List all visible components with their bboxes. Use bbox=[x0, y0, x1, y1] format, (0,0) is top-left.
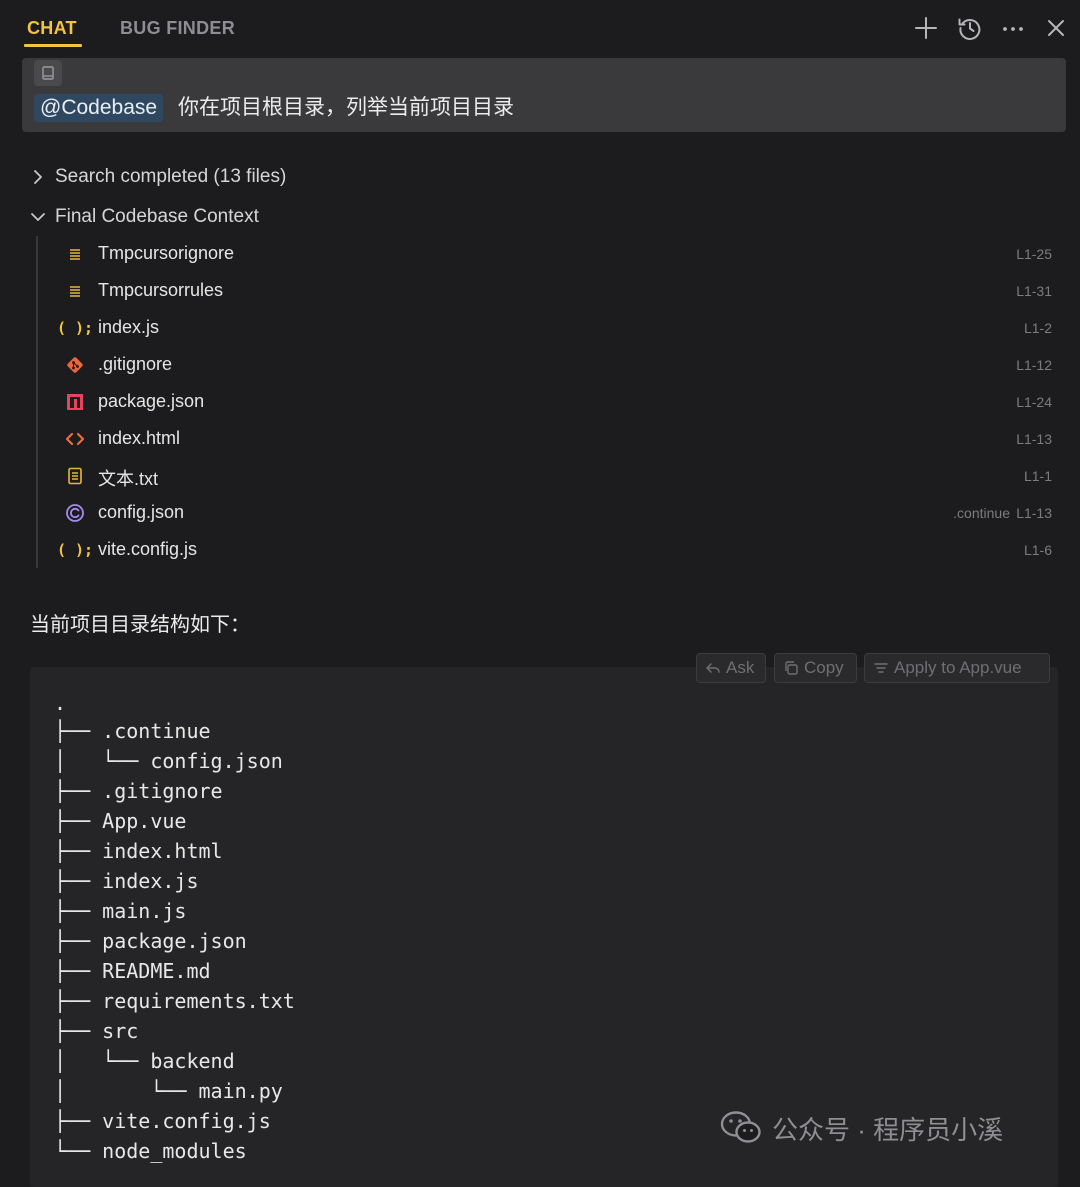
tab-bug-finder[interactable]: BUG FINDER bbox=[120, 18, 235, 39]
code-line: ├── .continue bbox=[54, 719, 211, 743]
tab-chat[interactable]: CHAT bbox=[27, 18, 77, 39]
codebase-mention-chip[interactable]: @Codebase bbox=[34, 94, 164, 122]
js-icon: ( ); bbox=[56, 541, 94, 559]
apply-lines-icon bbox=[873, 660, 889, 676]
line-range: L1-6 bbox=[1023, 542, 1052, 558]
file-name: .gitignore bbox=[98, 354, 173, 374]
js-icon: ( ); bbox=[56, 319, 94, 337]
text-lines-icon bbox=[62, 242, 88, 266]
code-line: ├── .gitignore bbox=[54, 779, 223, 803]
context-file-row[interactable]: config.json .continue L1-13 bbox=[62, 498, 1054, 528]
context-file-row[interactable]: Tmpcursorignore L1-25 bbox=[62, 239, 1054, 269]
context-file-row[interactable]: 文本.txt L1-1 bbox=[62, 461, 1054, 491]
search-completed-label: Search completed (13 files) bbox=[55, 166, 287, 187]
code-line: └── node_modules bbox=[54, 1139, 247, 1163]
npm-icon bbox=[62, 390, 88, 414]
git-icon bbox=[62, 353, 88, 377]
line-range: L1-2 bbox=[1023, 320, 1052, 336]
file-path: .continue bbox=[953, 505, 1010, 521]
code-line: ├── main.js bbox=[54, 899, 187, 923]
wechat-logo-icon bbox=[720, 1111, 761, 1143]
ask-button[interactable]: Ask bbox=[696, 653, 766, 683]
context-file-row[interactable]: .gitignore L1-12 bbox=[62, 350, 1054, 380]
code-line: ├── package.json bbox=[54, 929, 247, 953]
apply-label: Apply to App.vue bbox=[894, 658, 1022, 677]
context-file-row[interactable]: Tmpcursorrules L1-31 bbox=[62, 276, 1054, 306]
final-codebase-context-label: Final Codebase Context bbox=[55, 206, 259, 227]
line-range: L1-12 bbox=[1016, 357, 1052, 373]
code-line: ├── index.html bbox=[54, 839, 223, 863]
search-completed-toggle[interactable]: Search completed (13 files) bbox=[28, 163, 286, 191]
file-name: vite.config.js bbox=[98, 539, 198, 559]
file-name: Tmpcursorignore bbox=[98, 243, 235, 263]
line-range: L1-25 bbox=[1016, 246, 1052, 262]
final-codebase-context-toggle[interactable]: Final Codebase Context bbox=[28, 203, 259, 231]
history-icon[interactable] bbox=[956, 14, 984, 42]
more-icon[interactable] bbox=[999, 14, 1027, 42]
code-line: │ └── backend bbox=[54, 1049, 235, 1073]
context-file-row[interactable]: package.json L1-24 bbox=[62, 387, 1054, 417]
reply-arrow-icon bbox=[705, 660, 721, 676]
assistant-response-intro: 当前项目目录结构如下： bbox=[30, 614, 250, 636]
file-name: 文本.txt bbox=[98, 469, 159, 489]
file-name: index.html bbox=[98, 428, 181, 448]
apply-button[interactable]: Apply to App.vue bbox=[864, 653, 1050, 683]
ask-label: Ask bbox=[726, 658, 755, 677]
book-icon[interactable] bbox=[34, 60, 62, 86]
close-icon[interactable] bbox=[1042, 14, 1070, 42]
line-range: L1-13 bbox=[1016, 505, 1052, 521]
user-query-box[interactable]: @Codebase 你在项目根目录，列举当前项目目录 bbox=[22, 58, 1066, 132]
code-line: ├── App.vue bbox=[54, 809, 187, 833]
user-query-text: 你在项目根目录，列举当前项目目录 bbox=[178, 96, 514, 119]
code-line: . bbox=[54, 691, 67, 715]
txt-file-icon bbox=[62, 464, 88, 488]
file-name: index.js bbox=[98, 317, 160, 337]
html-icon bbox=[62, 427, 88, 451]
line-range: L1-31 bbox=[1016, 283, 1052, 299]
code-line: ├── vite.config.js bbox=[54, 1109, 271, 1133]
chevron-down-icon bbox=[28, 207, 48, 227]
chat-header: CHAT BUG FINDER bbox=[0, 0, 1080, 58]
line-range: L1-1 bbox=[1023, 468, 1052, 484]
file-name: package.json bbox=[98, 391, 205, 411]
line-range: L1-24 bbox=[1016, 394, 1052, 410]
code-line: ├── requirements.txt bbox=[54, 989, 295, 1013]
copy-icon bbox=[783, 660, 799, 676]
text-lines-icon bbox=[62, 279, 88, 303]
code-line: ├── README.md bbox=[54, 959, 211, 983]
code-line: │ └── config.json bbox=[54, 749, 283, 773]
line-range: L1-13 bbox=[1016, 431, 1052, 447]
file-list-guide-line bbox=[36, 236, 38, 568]
copy-button[interactable]: Copy bbox=[774, 653, 857, 683]
chevron-right-icon bbox=[28, 167, 48, 187]
code-line: ├── index.js bbox=[54, 869, 199, 893]
watermark-text: 公众号 · 程序员小溪 bbox=[772, 1114, 1004, 1145]
code-line: ├── src bbox=[54, 1019, 139, 1043]
copy-label: Copy bbox=[804, 658, 844, 677]
context-file-row[interactable]: ( ); vite.config.js L1-6 bbox=[56, 535, 1054, 565]
watermark: 公众号 · 程序员小溪 bbox=[720, 1108, 1003, 1148]
active-tab-indicator bbox=[24, 44, 82, 47]
plus-icon[interactable] bbox=[912, 14, 940, 42]
context-file-row[interactable]: ( ); index.js L1-2 bbox=[56, 313, 1054, 343]
continue-icon bbox=[62, 501, 88, 525]
code-line: │ └── main.py bbox=[54, 1079, 283, 1103]
file-name: Tmpcursorrules bbox=[98, 280, 224, 300]
context-file-row[interactable]: index.html L1-13 bbox=[62, 424, 1054, 454]
file-name: config.json bbox=[98, 502, 185, 522]
